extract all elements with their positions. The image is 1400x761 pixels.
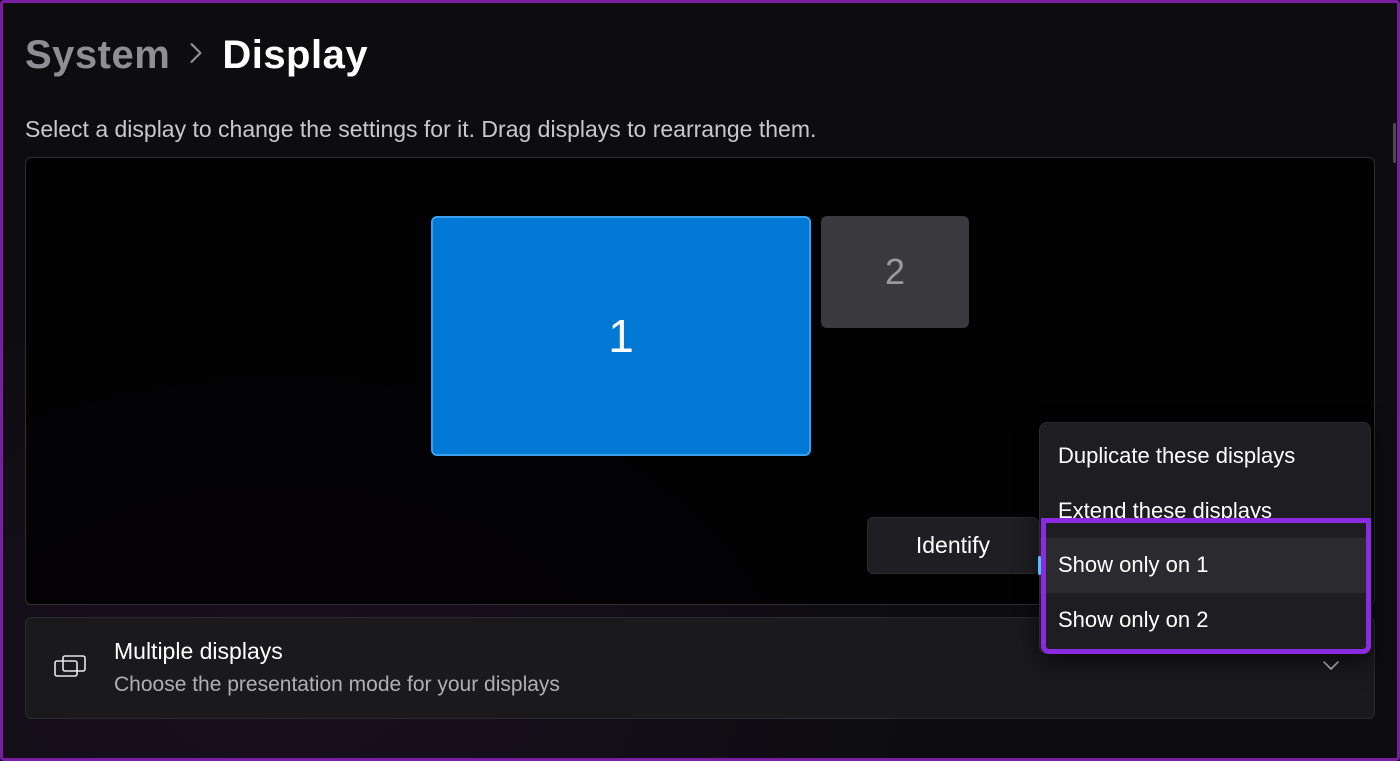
- breadcrumb-parent[interactable]: System: [25, 33, 170, 78]
- dropdown-item-extend[interactable]: Extend these displays: [1040, 484, 1370, 538]
- settings-display-page: System Display Select a display to chang…: [0, 0, 1400, 761]
- breadcrumb-current: Display: [222, 33, 368, 78]
- display-tile-1[interactable]: 1: [431, 216, 811, 456]
- dropdown-item-show-only-1[interactable]: Show only on 1: [1040, 538, 1370, 592]
- multiple-displays-title: Multiple displays: [114, 637, 560, 667]
- projection-mode-dropdown[interactable]: Duplicate these displays Extend these di…: [1039, 422, 1371, 654]
- display-arrangement-area[interactable]: 1 2 Identify Duplicate these displays Ex…: [25, 157, 1375, 605]
- displays-icon: [54, 655, 86, 681]
- dropdown-item-duplicate[interactable]: Duplicate these displays: [1040, 429, 1370, 483]
- chevron-down-icon[interactable]: [1322, 659, 1340, 677]
- display-tile-2[interactable]: 2: [821, 216, 969, 328]
- identify-button[interactable]: Identify: [867, 517, 1039, 574]
- scrollbar[interactable]: [1393, 123, 1396, 163]
- instruction-text: Select a display to change the settings …: [25, 116, 1375, 143]
- multiple-displays-text: Multiple displays Choose the presentatio…: [114, 637, 560, 698]
- dropdown-item-show-only-2[interactable]: Show only on 2: [1040, 593, 1370, 647]
- breadcrumb: System Display: [25, 33, 1375, 78]
- multiple-displays-subtitle: Choose the presentation mode for your di…: [114, 671, 560, 698]
- chevron-right-icon: [188, 42, 204, 71]
